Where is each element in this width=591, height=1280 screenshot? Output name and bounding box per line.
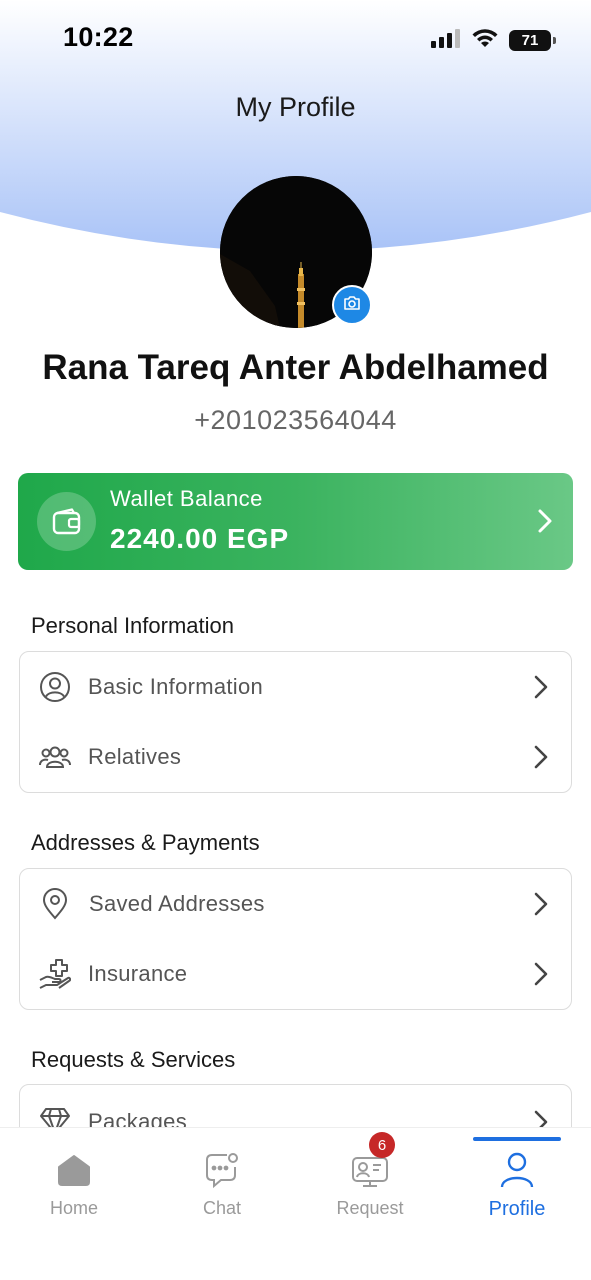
tab-label: Home (49, 1198, 98, 1218)
group-icon (39, 741, 71, 773)
camera-icon (342, 293, 362, 318)
battery-icon: 71 (509, 30, 556, 51)
tab-label: Request (336, 1198, 404, 1218)
page-title: My Profile (235, 92, 356, 122)
chevron-right-icon (533, 961, 549, 992)
menu-item-relatives[interactable]: Relatives (20, 722, 571, 792)
location-pin-icon (39, 888, 71, 920)
menu-item-basic-information[interactable]: Basic Information (20, 652, 571, 722)
wallet-amount: 2240.00 EGP (110, 523, 290, 554)
wallet-label: Wallet Balance (110, 486, 263, 511)
chevron-right-icon (537, 507, 553, 540)
menu-item-label: Basic Information (88, 674, 264, 699)
chevron-right-icon (533, 744, 549, 775)
chevron-right-icon (533, 891, 549, 922)
user-name: Rana Tareq Anter Abdelhamed (42, 348, 549, 387)
tab-profile[interactable]: Profile (443, 1128, 591, 1238)
menu-item-label: Relatives (88, 744, 182, 769)
bottom-tab-bar: Home Chat Request Profile (0, 1127, 591, 1280)
personal-info-card: Basic Information Relatives (19, 651, 572, 793)
hand-plus-icon (39, 958, 72, 990)
change-photo-button[interactable] (332, 285, 372, 325)
tab-label: Chat (202, 1198, 242, 1218)
menu-item-saved-addresses[interactable]: Saved Addresses (20, 869, 571, 939)
status-icons: 71 (431, 28, 556, 53)
profile-icon (497, 1150, 537, 1190)
notification-badge: 6 (369, 1132, 395, 1158)
wifi-icon (471, 28, 499, 53)
user-phone: +201023564044 (194, 405, 397, 435)
tab-chat[interactable]: Chat (148, 1128, 296, 1238)
chat-icon (202, 1150, 242, 1190)
tab-label: Profile (488, 1198, 546, 1220)
section-title-addresses: Addresses & Payments (31, 830, 260, 855)
menu-item-insurance[interactable]: Insurance (20, 939, 571, 1009)
section-title-requests: Requests & Services (31, 1047, 236, 1072)
wallet-balance-card[interactable]: Wallet Balance 2240.00 EGP (18, 473, 573, 570)
user-circle-icon (39, 671, 71, 703)
menu-item-label: Saved Addresses (89, 891, 265, 916)
chevron-right-icon (533, 674, 549, 705)
status-time: 10:22 (63, 22, 134, 52)
menu-item-label: Insurance (88, 961, 188, 986)
status-bar: 10:22 71 (0, 0, 591, 80)
home-icon (54, 1150, 94, 1190)
tab-home[interactable]: Home (0, 1128, 148, 1238)
section-title-personal: Personal Information (31, 613, 234, 638)
wallet-icon (37, 492, 96, 551)
addresses-payments-card: Saved Addresses Insurance (19, 868, 572, 1010)
cellular-signal-icon (431, 28, 461, 53)
